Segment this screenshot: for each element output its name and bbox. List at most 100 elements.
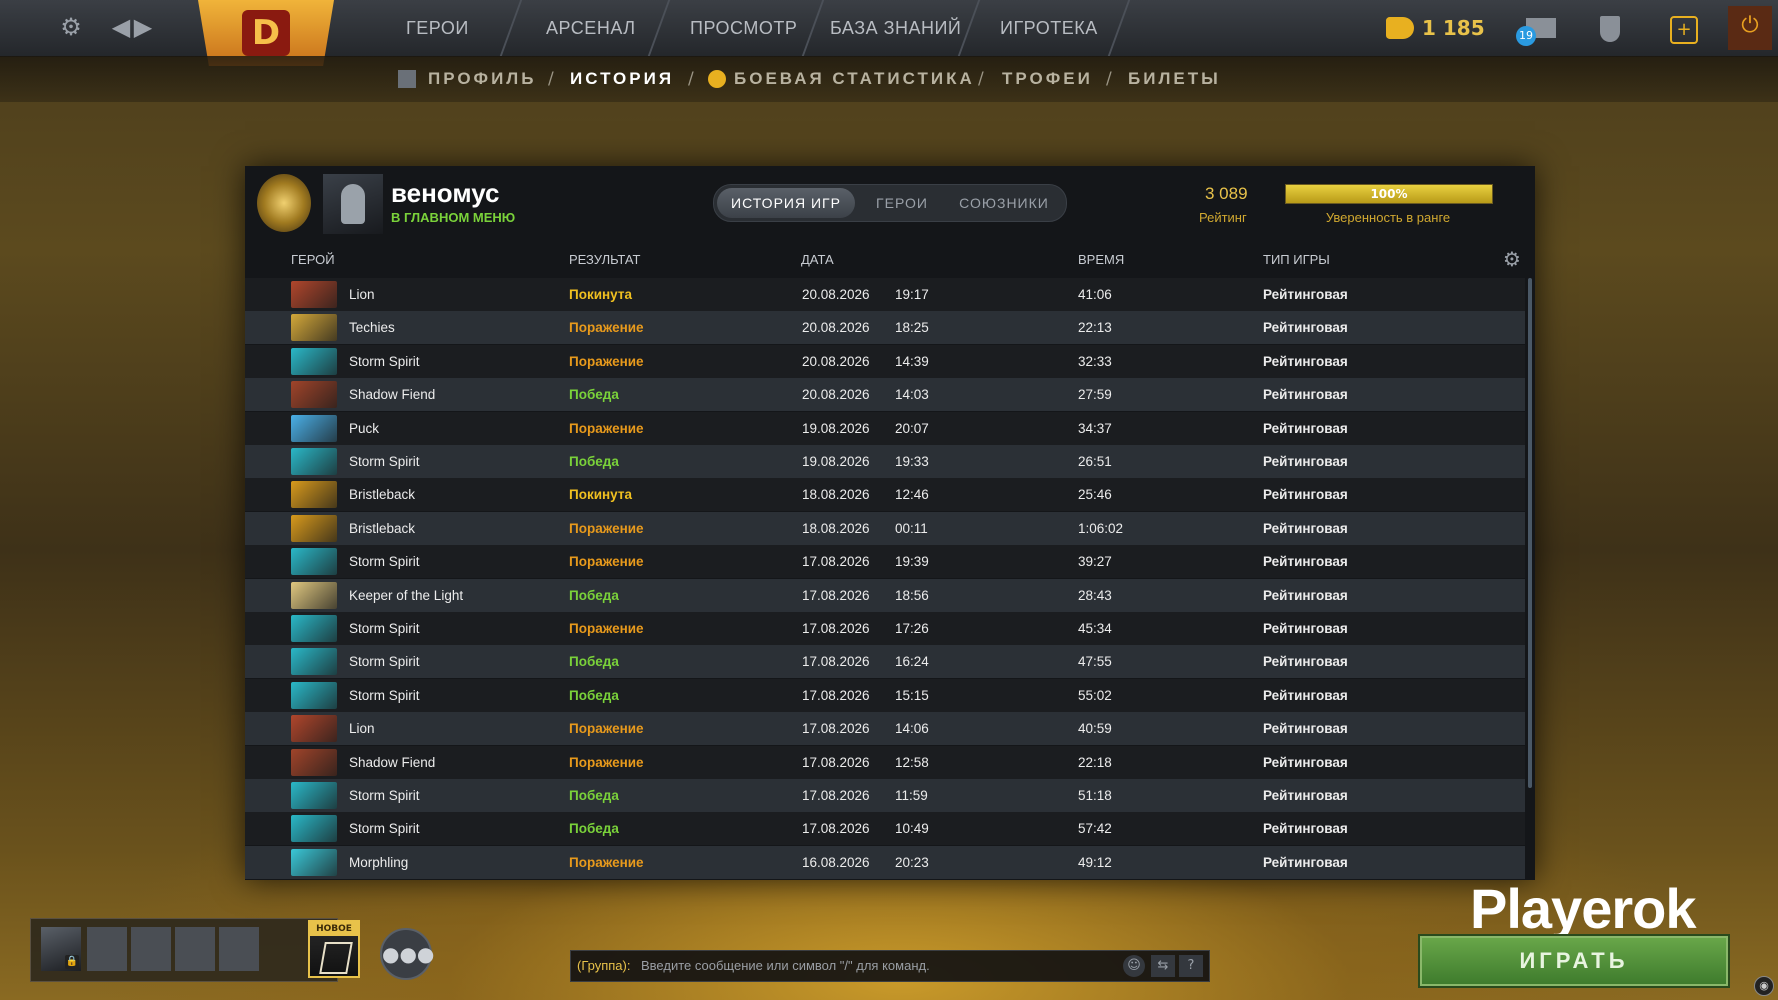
fullscreen-icon[interactable]: ◉ xyxy=(1754,976,1774,996)
match-duration: 34:37 xyxy=(1078,420,1112,436)
match-time: 10:49 xyxy=(895,821,929,837)
tab-heroes[interactable]: ГЕРОИ xyxy=(862,188,942,218)
dota-plus-small-icon xyxy=(708,70,726,88)
game-type: Рейтинговая xyxy=(1263,454,1348,469)
match-result: Поражение xyxy=(569,320,644,336)
party-slot-self[interactable]: 🔒 xyxy=(41,927,81,971)
table-row[interactable]: Storm Spirit Поражение 17.08.2026 19:39 39:2… xyxy=(245,545,1525,579)
table-row[interactable]: Lion Поражение 17.08.2026 14:06 40:59 Рейтинг… xyxy=(245,712,1525,746)
nav-arsenal[interactable]: АРСЕНАЛ xyxy=(546,0,636,56)
table-row[interactable]: Morphling Поражение 16.08.2026 20:23 49:12 Ре… xyxy=(245,845,1525,879)
game-type: Рейтинговая xyxy=(1263,621,1348,636)
party-slot-empty[interactable] xyxy=(131,927,171,971)
game-type: Рейтинговая xyxy=(1263,554,1348,570)
match-result: Победа xyxy=(569,654,619,670)
table-row[interactable]: Shadow Fiend Победа 20.08.2026 14:03 27:59 Ре… xyxy=(245,378,1525,412)
nav-heroes[interactable]: ГЕРОИ xyxy=(406,0,469,56)
gold-balance[interactable]: 1 185 xyxy=(1386,10,1485,46)
nav-divider xyxy=(647,0,671,56)
battlepass-icon xyxy=(319,942,353,974)
game-type: Рейтинговая xyxy=(1263,654,1348,670)
column-header-game-type[interactable]: ТИП ИГРЫ xyxy=(1263,252,1330,267)
match-time: 14:03 xyxy=(895,387,929,403)
nav-knowledge-base[interactable]: БАЗА ЗНАНИЙ xyxy=(830,0,961,56)
column-header-hero[interactable]: ГЕРОЙ xyxy=(291,252,335,267)
hero-name: Storm Spirit xyxy=(349,554,420,570)
table-row[interactable]: Storm Spirit Победа 17.08.2026 15:15 55:02 Ре… xyxy=(245,678,1525,712)
party-slot-empty[interactable] xyxy=(175,927,215,971)
history-tabs: ИСТОРИЯ ИГР ГЕРОИ СОЮЗНИКИ xyxy=(713,184,1067,222)
table-row[interactable]: Puck Поражение 19.08.2026 20:07 34:37 Рейтинг… xyxy=(245,411,1525,445)
table-row[interactable]: Lion Покинута 20.08.2026 19:17 41:06 Рейтинго… xyxy=(245,278,1525,311)
party-finder-button[interactable]: ●●● xyxy=(380,928,435,980)
exit-button[interactable]: ⏻ xyxy=(1728,6,1772,50)
table-row[interactable]: Bristleback Поражение 18.08.2026 00:11 1:06:… xyxy=(245,511,1525,545)
nav-divider xyxy=(1107,0,1131,56)
match-duration: 40:59 xyxy=(1078,721,1112,737)
table-settings-gear-icon[interactable]: ⚙ xyxy=(1501,248,1523,270)
player-status: В ГЛАВНОМ МЕНЮ xyxy=(391,210,516,225)
table-row[interactable]: Storm Spirit Поражение 17.08.2026 17:26 45:3… xyxy=(245,612,1525,645)
table-row[interactable]: Techies Поражение 20.08.2026 18:25 22:13 Рейт… xyxy=(245,311,1525,345)
hero-name: Lion xyxy=(349,287,375,302)
help-icon[interactable]: ? xyxy=(1179,955,1203,977)
nav-divider xyxy=(801,0,825,56)
hero-portrait xyxy=(291,548,337,576)
emoji-icon[interactable]: ☺ xyxy=(1123,955,1145,977)
column-header-duration[interactable]: ВРЕМЯ xyxy=(1078,252,1124,267)
table-row[interactable]: Storm Spirit Победа 17.08.2026 10:49 57:42 Ре… xyxy=(245,812,1525,846)
column-header-result[interactable]: РЕЗУЛЬТАТ xyxy=(569,252,640,267)
table-row[interactable]: Keeper of the Light Победа 17.08.2026 18:56… xyxy=(245,578,1525,612)
group-icon: ●●● xyxy=(382,942,435,966)
mail-count-badge: 19 xyxy=(1516,26,1536,46)
hero-name: Puck xyxy=(349,420,380,436)
column-header-date[interactable]: ДАТА xyxy=(801,252,834,267)
hero-portrait xyxy=(291,514,337,542)
mail-button[interactable]: 19 xyxy=(1514,6,1558,50)
nav-arcade[interactable]: ИГРОТЕКА xyxy=(1000,0,1098,56)
settings-gear-icon[interactable]: ⚙ xyxy=(56,12,86,42)
table-row[interactable]: Shadow Fiend Поражение 17.08.2026 12:58 22:1… xyxy=(245,745,1525,779)
table-row[interactable]: Storm Spirit Победа 17.08.2026 11:59 51:18 Ре… xyxy=(245,779,1525,812)
table-row[interactable]: Storm Spirit Поражение 20.08.2026 14:39 32:3… xyxy=(245,344,1525,378)
nav-divider xyxy=(499,0,523,56)
chat-input-bar[interactable]: (Группа): Введите сообщение или символ "… xyxy=(570,950,1210,982)
subnav-profile[interactable]: ПРОФИЛЬ xyxy=(428,56,536,102)
match-duration: 26:51 xyxy=(1078,454,1112,469)
confidence-bar: 100% xyxy=(1285,184,1493,204)
game-type: Рейтинговая xyxy=(1263,287,1348,302)
nav-watch[interactable]: ПРОСМОТР xyxy=(690,0,797,56)
subnav-trophies[interactable]: ТРОФЕИ xyxy=(1002,56,1093,102)
hero-name: Bristleback xyxy=(349,487,416,503)
match-result: Поражение xyxy=(569,554,644,570)
match-duration: 1:06:02 xyxy=(1078,520,1124,536)
table-row[interactable]: Storm Spirit Победа 17.08.2026 16:24 47:55 Ре… xyxy=(245,645,1525,679)
forward-arrow-icon[interactable]: ▶ xyxy=(128,12,158,42)
subnav-tickets[interactable]: БИЛЕТЫ xyxy=(1128,56,1221,102)
hero-portrait xyxy=(291,581,337,609)
shard-icon xyxy=(1386,17,1414,39)
subnav-battle-stats[interactable]: БОЕВАЯ СТАТИСТИКА xyxy=(734,56,975,102)
hero-name: Storm Spirit xyxy=(349,654,420,670)
match-date: 20.08.2026 xyxy=(802,387,870,403)
chat-wheel-icon[interactable]: ⇆ xyxy=(1151,955,1175,977)
match-result: Победа xyxy=(569,387,619,403)
subnav-history[interactable]: ИСТОРИЯ xyxy=(570,56,674,102)
dota-plus-button[interactable]: + xyxy=(1660,6,1704,50)
party-slot-empty[interactable] xyxy=(219,927,259,971)
match-date: 17.08.2026 xyxy=(802,654,870,670)
party-slot-empty[interactable] xyxy=(87,927,127,971)
armory-button[interactable] xyxy=(1588,6,1632,50)
new-item-button[interactable]: НОВОЕ xyxy=(308,920,360,978)
watermark-brand: Playerok xyxy=(1470,877,1696,940)
avatar[interactable] xyxy=(323,174,383,234)
table-row[interactable]: Storm Spirit Победа 19.08.2026 19:33 26:51 Ре… xyxy=(245,445,1525,478)
table-row[interactable]: Bristleback Покинута 18.08.2026 12:46 25:46 Р… xyxy=(245,478,1525,512)
match-time: 19:39 xyxy=(895,554,929,570)
tab-match-history[interactable]: ИСТОРИЯ ИГР xyxy=(717,188,855,218)
tab-allies[interactable]: СОЮЗНИКИ xyxy=(948,188,1060,218)
play-button[interactable]: ИГРАТЬ xyxy=(1418,934,1730,988)
match-date: 17.08.2026 xyxy=(802,754,870,770)
table-scrollbar[interactable] xyxy=(1528,278,1532,788)
match-duration: 22:18 xyxy=(1078,754,1112,770)
